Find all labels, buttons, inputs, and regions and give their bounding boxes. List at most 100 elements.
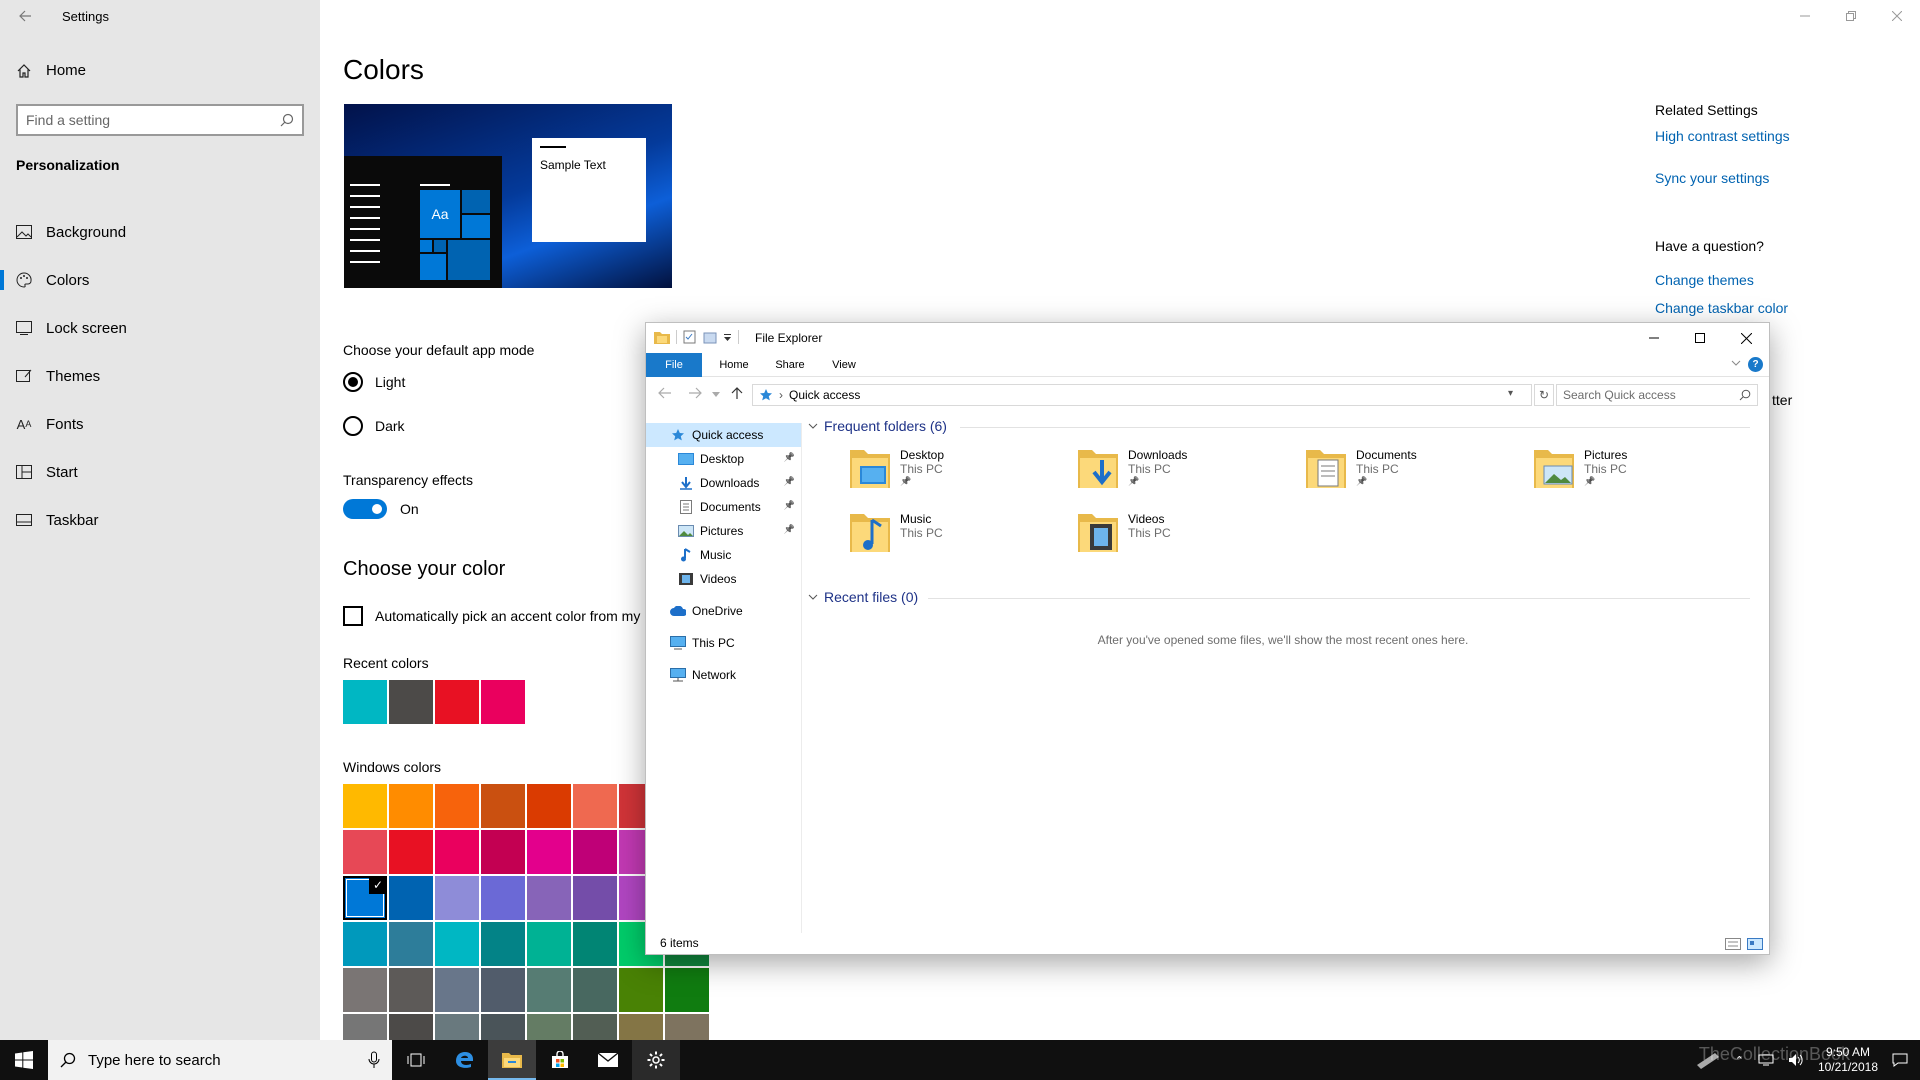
accent-color-swatch[interactable] [527, 922, 571, 966]
back-arrow-icon[interactable] [658, 387, 672, 399]
recent-color-swatch[interactable] [435, 680, 479, 724]
auto-pick-accent-checkbox[interactable]: Automatically pick an accent color from … [343, 606, 652, 626]
accent-color-swatch[interactable] [573, 784, 617, 828]
find-setting-search[interactable] [16, 104, 304, 136]
tab-view[interactable]: View [820, 353, 868, 377]
accent-color-swatch[interactable] [389, 922, 433, 966]
accent-color-swatch[interactable] [481, 784, 525, 828]
accent-color-swatch[interactable] [343, 1014, 387, 1040]
folder-tile-desktop[interactable]: Desktop This PC 📌 [848, 444, 1068, 504]
taskbar-search-input[interactable] [88, 1051, 356, 1069]
accent-color-swatch[interactable] [389, 876, 433, 920]
store-button[interactable] [536, 1040, 584, 1080]
tree-item-pictures[interactable]: Pictures 📌 [646, 519, 801, 543]
help-icon[interactable]: ? [1748, 357, 1763, 372]
tree-item-this-pc[interactable]: This PC [646, 631, 801, 655]
accent-color-swatch[interactable] [435, 830, 479, 874]
tree-item-onedrive[interactable]: OneDrive [646, 599, 801, 623]
forward-arrow-icon[interactable] [688, 387, 702, 399]
accent-color-swatch[interactable] [389, 968, 433, 1012]
explorer-search[interactable] [1556, 384, 1758, 406]
accent-color-swatch[interactable] [481, 876, 525, 920]
accent-color-swatch[interactable] [573, 876, 617, 920]
action-center-icon[interactable] [1892, 1053, 1908, 1067]
nav-item-colors[interactable]: Colors [0, 256, 320, 304]
nav-item-start[interactable]: Start [0, 448, 320, 496]
mode-light-radio[interactable]: Light [343, 372, 405, 392]
nav-item-themes[interactable]: Themes [0, 352, 320, 400]
start-button[interactable] [0, 1040, 48, 1080]
folder-tile-music[interactable]: Music This PC [848, 508, 1068, 568]
tab-home[interactable]: Home [708, 353, 760, 377]
accent-color-swatch[interactable] [343, 968, 387, 1012]
tree-item-quick-access[interactable]: Quick access [646, 423, 801, 447]
close-button[interactable] [1874, 0, 1920, 32]
accent-color-swatch[interactable] [527, 830, 571, 874]
folder-tile-pictures[interactable]: Pictures This PC 📌 [1532, 444, 1752, 504]
accent-color-swatch[interactable] [389, 1014, 433, 1040]
home-nav-item[interactable]: Home [16, 62, 86, 79]
address-dropdown-icon[interactable]: ▾ [1508, 388, 1513, 399]
taskbar-search[interactable] [48, 1040, 392, 1080]
accent-color-swatch[interactable] [527, 968, 571, 1012]
expand-ribbon-icon[interactable] [1731, 358, 1741, 368]
accent-color-swatch[interactable] [481, 830, 525, 874]
nav-item-fonts[interactable]: AA Fonts [0, 400, 320, 448]
accent-color-swatch[interactable] [573, 922, 617, 966]
accent-color-swatch[interactable] [527, 1014, 571, 1040]
change-taskbar-color-link[interactable]: Change taskbar color [1655, 300, 1790, 316]
refresh-icon[interactable]: ↻ [1534, 384, 1554, 406]
tree-item-desktop[interactable]: Desktop 📌 [646, 447, 801, 471]
task-view-button[interactable] [392, 1040, 440, 1080]
folder-tile-videos[interactable]: Videos This PC [1076, 508, 1296, 568]
find-setting-input[interactable] [26, 112, 280, 128]
accent-color-swatch[interactable] [343, 876, 387, 920]
tree-item-downloads[interactable]: Downloads 📌 [646, 471, 801, 495]
change-themes-link[interactable]: Change themes [1655, 272, 1790, 288]
accent-color-swatch[interactable] [389, 830, 433, 874]
tab-share[interactable]: Share [762, 353, 818, 377]
settings-app-button[interactable] [632, 1040, 680, 1080]
minimize-button[interactable] [1782, 0, 1828, 32]
mode-dark-radio[interactable]: Dark [343, 416, 405, 436]
accent-color-swatch[interactable] [343, 784, 387, 828]
accent-color-swatch[interactable] [435, 968, 479, 1012]
new-folder-icon[interactable] [703, 330, 717, 344]
tree-item-network[interactable]: Network [646, 663, 801, 687]
accent-color-swatch[interactable] [619, 968, 663, 1012]
file-explorer-button[interactable] [488, 1040, 536, 1080]
nav-item-lock-screen[interactable]: Lock screen [0, 304, 320, 352]
recent-locations-icon[interactable] [712, 392, 720, 397]
accent-color-swatch[interactable] [343, 922, 387, 966]
recent-color-swatch[interactable] [389, 680, 433, 724]
recent-color-swatch[interactable] [481, 680, 525, 724]
transparency-toggle[interactable] [343, 499, 387, 519]
microphone-icon[interactable] [368, 1051, 380, 1069]
tiles-view-icon[interactable] [1747, 938, 1763, 950]
accent-color-swatch[interactable] [481, 922, 525, 966]
tab-file[interactable]: File [646, 353, 702, 377]
explorer-search-input[interactable] [1563, 388, 1739, 402]
accent-color-swatch[interactable] [665, 1014, 709, 1040]
high-contrast-link[interactable]: High contrast settings [1655, 128, 1790, 144]
folder-tile-downloads[interactable]: Downloads This PC 📌 [1076, 444, 1296, 504]
accent-color-swatch[interactable] [665, 968, 709, 1012]
minimize-button[interactable] [1631, 323, 1677, 353]
address-box[interactable]: › Quick access ▾ [752, 384, 1532, 406]
accent-color-swatch[interactable] [573, 1014, 617, 1040]
tree-item-documents[interactable]: Documents 📌 [646, 495, 801, 519]
accent-color-swatch[interactable] [343, 830, 387, 874]
folder-tile-documents[interactable]: Documents This PC 📌 [1304, 444, 1524, 504]
recent-color-swatch[interactable] [343, 680, 387, 724]
accent-color-swatch[interactable] [435, 876, 479, 920]
tree-item-music[interactable]: Music [646, 543, 801, 567]
recent-files-header[interactable]: Recent files (0) [808, 589, 918, 605]
frequent-folders-header[interactable]: Frequent folders (6) [808, 418, 947, 434]
maximize-button[interactable] [1677, 323, 1723, 353]
accent-color-swatch[interactable] [573, 830, 617, 874]
accent-color-swatch[interactable] [435, 922, 479, 966]
accent-color-swatch[interactable] [389, 784, 433, 828]
back-button[interactable] [10, 0, 40, 32]
edge-browser-button[interactable] [440, 1040, 488, 1080]
nav-item-background[interactable]: Background [0, 208, 320, 256]
